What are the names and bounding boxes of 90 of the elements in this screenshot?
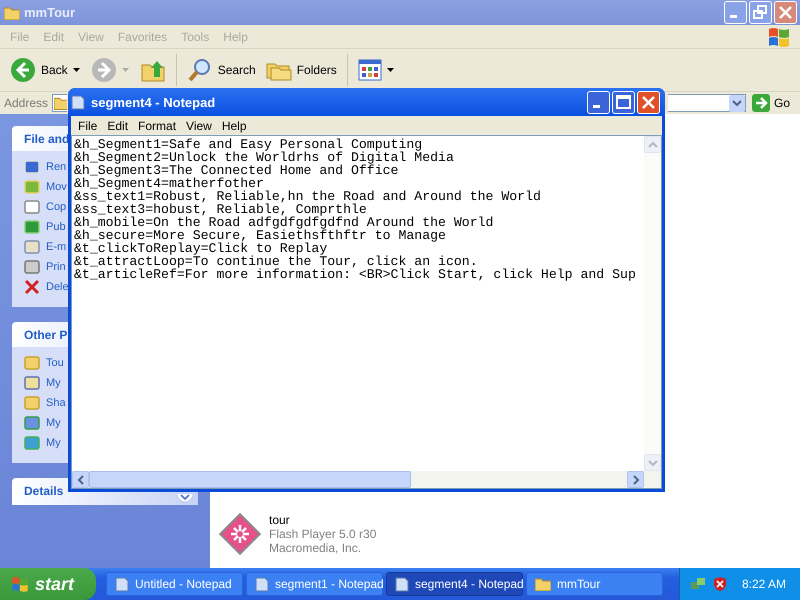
scroll-up-button[interactable] (644, 136, 661, 153)
text-line: &t_clickToReplay=Click to Replay (74, 242, 328, 255)
caret-icon (72, 67, 81, 73)
address-field[interactable] (668, 94, 746, 112)
text-line: &h_secure=More Secure, Easiethsfthftr to Manage (74, 229, 447, 242)
task-icon (24, 259, 40, 275)
text-line: &h_mobile=On the Road adfgdfgdfgdfnd Around the World (74, 216, 494, 229)
menu-item[interactable]: Help (216, 118, 252, 132)
network-icon[interactable] (690, 576, 706, 592)
task-icon (24, 415, 40, 431)
task-icon (24, 395, 40, 411)
task-link[interactable]: Prin (46, 261, 66, 273)
task-icon (24, 159, 40, 175)
minimize-icon (730, 15, 737, 18)
restore-button[interactable] (749, 1, 772, 24)
window-title: segment4 - Notepad (91, 94, 216, 110)
task-link[interactable]: Sha (46, 397, 66, 409)
scroll-right-button[interactable] (627, 471, 644, 488)
taskbar-button[interactable]: segment4 - Notepad (386, 572, 523, 596)
horizontal-scrollbar[interactable] (72, 471, 661, 488)
menu-item[interactable]: Edit (102, 118, 134, 132)
notepad-icon (115, 576, 129, 592)
vertical-scrollbar[interactable] (644, 136, 661, 471)
text-line: &h_Segment3=The Connected Home and Office (74, 164, 398, 177)
close-button[interactable] (774, 1, 797, 24)
menu-item[interactable]: File (73, 118, 102, 132)
task-link[interactable]: E-m (46, 241, 66, 253)
address-label: Address (4, 96, 48, 110)
scroll-left-button[interactable] (72, 471, 89, 488)
minimize-button[interactable] (587, 90, 610, 114)
dropdown-icon[interactable] (728, 94, 745, 112)
text-line: &h_Segment4=matherfother (74, 177, 264, 190)
window-title: mmTour (24, 5, 76, 20)
task-icon (24, 239, 40, 255)
text-line: &t_articleRef=For more information: <BR>Click Start, click Help and Sup (74, 268, 637, 281)
text-line: &h_Segment1=Safe and Easy Personal Computing (74, 138, 422, 151)
task-link[interactable]: Ren (46, 161, 66, 173)
back-button[interactable]: Back (6, 55, 85, 85)
shield-icon[interactable] (712, 576, 728, 592)
task-icon (24, 199, 40, 215)
start-button[interactable]: start (0, 568, 96, 600)
panel-title[interactable]: Other P (24, 328, 68, 342)
notepad-icon (71, 94, 85, 110)
task-link[interactable]: Cop (46, 201, 66, 213)
notepad-icon (395, 576, 409, 592)
menu-item[interactable]: Format (133, 118, 182, 132)
caret-icon (122, 67, 130, 73)
go-arrow-icon (752, 94, 770, 112)
windows-logo-icon (10, 574, 30, 594)
file-type: Flash Player 5.0 r30 (269, 527, 376, 541)
scroll-thumb[interactable] (89, 471, 411, 488)
notepad-icon (255, 576, 269, 592)
caret-icon (386, 67, 395, 73)
maximize-button[interactable] (612, 90, 635, 114)
task-link[interactable]: Pub (46, 221, 66, 233)
clock: 8:22 AM (742, 577, 786, 591)
task-icon (24, 435, 40, 451)
text-line: &ss_text1=Robust, Reliable,hn the Road and Around the World (74, 190, 542, 203)
task-link[interactable]: My (46, 417, 61, 429)
minimize-icon (593, 104, 600, 108)
task-link[interactable]: Dele (46, 281, 69, 293)
task-link[interactable]: Mov (46, 181, 67, 193)
views-icon (358, 59, 382, 81)
task-link[interactable]: My (46, 437, 61, 449)
text-line: &t_attractLoop=To continue the Tour, click an icon. (74, 255, 479, 268)
panel-title[interactable]: Details (24, 484, 64, 498)
go-button[interactable]: Go (750, 94, 796, 112)
taskbar-button[interactable]: mmTour (526, 572, 663, 596)
task-icon (24, 219, 40, 235)
search-icon (186, 57, 213, 83)
task-icon (24, 375, 40, 391)
task-icon (24, 179, 40, 195)
folder-icon (4, 6, 20, 20)
close-button[interactable] (637, 90, 660, 114)
file-name[interactable]: tour (269, 513, 376, 527)
folders-button[interactable]: Folders (262, 56, 341, 84)
text-line: &h_Segment2=Unlock the Worldrhs of Digital Media (74, 151, 455, 164)
search-button[interactable]: Search (182, 55, 260, 85)
text-line: &ss_text3=hobust, Reliable, Comprthle (74, 203, 367, 216)
file-company: Macromedia, Inc. (269, 541, 362, 555)
folder-icon (535, 577, 551, 591)
taskbar-button[interactable]: Untitled - Notepad (106, 572, 243, 596)
task-link[interactable]: My (46, 377, 61, 389)
taskbar-button[interactable]: segment1 - Notepad (246, 572, 383, 596)
minimize-button[interactable] (724, 1, 747, 24)
address-field[interactable] (52, 94, 68, 112)
menu-item[interactable]: View (181, 118, 217, 132)
delete-icon (24, 279, 40, 295)
task-icon (24, 355, 40, 371)
task-link[interactable]: Tou (46, 357, 64, 369)
